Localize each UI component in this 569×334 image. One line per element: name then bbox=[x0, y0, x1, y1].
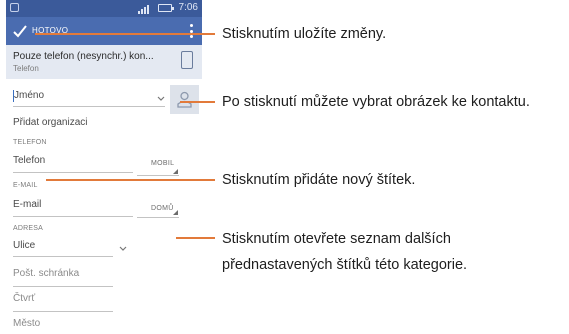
neighborhood-input[interactable]: Čtvrť bbox=[13, 293, 35, 304]
callout-line-save bbox=[35, 33, 215, 35]
phone-section-header: TELEFON bbox=[13, 139, 47, 146]
signal-icon bbox=[138, 3, 149, 14]
account-title: Pouze telefon (nesynchr.) kon... bbox=[13, 51, 154, 62]
callout-line-expand bbox=[176, 237, 215, 239]
callout-line-label bbox=[46, 179, 215, 181]
callout-label: Stisknutím přidáte nový štítek. bbox=[222, 172, 416, 188]
chevron-down-icon[interactable] bbox=[157, 96, 165, 102]
email-type-underline bbox=[137, 217, 179, 218]
action-bar: HOTOVO bbox=[6, 17, 202, 45]
email-type-selector[interactable]: DOMŮ bbox=[151, 205, 174, 212]
phone-type-underline bbox=[137, 175, 179, 176]
city-input[interactable]: Město bbox=[13, 318, 40, 329]
account-subtitle: Telefon bbox=[13, 64, 39, 73]
callout-line-photo bbox=[180, 101, 215, 103]
overflow-menu-icon[interactable] bbox=[190, 24, 194, 38]
phone-device-icon bbox=[181, 51, 193, 69]
street-underline bbox=[13, 256, 113, 257]
name-underline bbox=[13, 106, 165, 107]
po-box-underline bbox=[13, 286, 113, 287]
chevron-down-icon[interactable] bbox=[119, 246, 127, 252]
neighborhood-underline bbox=[13, 311, 113, 312]
address-section-header: ADRESA bbox=[13, 225, 43, 232]
notification-icon bbox=[10, 3, 19, 12]
email-section-header: E-MAIL bbox=[13, 182, 38, 189]
email-type-dropdown-icon bbox=[173, 210, 178, 215]
callout-expand-line1: Stisknutím otevřete seznam dalších bbox=[222, 231, 451, 247]
phone-type-dropdown-icon bbox=[173, 169, 178, 174]
phone-type-selector[interactable]: MOBIL bbox=[151, 160, 174, 167]
status-bar: 7:06 bbox=[6, 0, 202, 17]
street-input[interactable]: Ulice bbox=[13, 240, 35, 251]
callout-photo: Po stisknutí můžete vybrat obrázek ke ko… bbox=[222, 94, 530, 110]
phone-underline bbox=[13, 172, 133, 173]
callout-save: Stisknutím uložíte změny. bbox=[222, 26, 387, 42]
status-time: 7:06 bbox=[178, 2, 198, 13]
add-organization-button[interactable]: Přidat organizaci bbox=[13, 117, 87, 128]
contact-photo-icon bbox=[177, 91, 192, 108]
name-input[interactable]: Jméno bbox=[14, 90, 44, 101]
email-input[interactable]: E-mail bbox=[13, 199, 41, 210]
battery-icon bbox=[158, 4, 174, 12]
callout-expand-line2: přednastavených štítků této kategorie. bbox=[222, 257, 468, 273]
phone-screen: 7:06 HOTOVO Pouze telefon (nesynchr.) ko… bbox=[6, 0, 202, 334]
contact-photo-button[interactable] bbox=[170, 85, 199, 114]
check-icon[interactable] bbox=[12, 23, 28, 39]
po-box-input[interactable]: Pošt. schránka bbox=[13, 268, 79, 279]
phone-input[interactable]: Telefon bbox=[13, 155, 45, 166]
email-underline bbox=[13, 216, 133, 217]
account-selector[interactable]: Pouze telefon (nesynchr.) kon... Telefon bbox=[6, 45, 202, 79]
